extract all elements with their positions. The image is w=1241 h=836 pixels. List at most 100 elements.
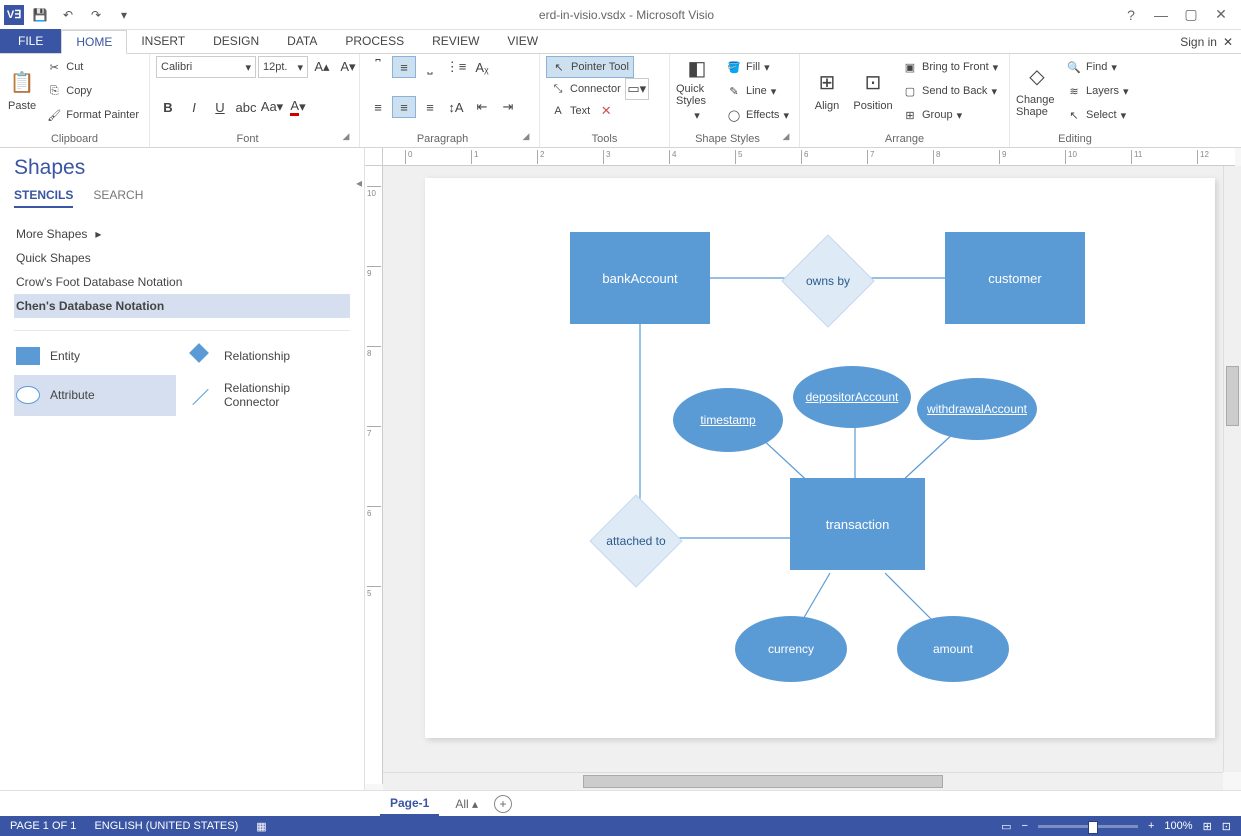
fill-button[interactable]: 🪣Fill▾ — [722, 56, 793, 78]
tab-data[interactable]: DATA — [273, 29, 331, 53]
attr-amount[interactable]: amount — [897, 616, 1009, 682]
file-tab[interactable]: FILE — [0, 29, 61, 53]
help-icon[interactable]: ? — [1117, 3, 1145, 27]
increase-indent-button[interactable]: ⇥ — [496, 96, 520, 118]
tab-home[interactable]: HOME — [61, 30, 127, 54]
tab-review[interactable]: REVIEW — [418, 29, 493, 53]
qat-save-icon[interactable]: 💾 — [28, 3, 52, 27]
attr-timestamp[interactable]: timestamp — [673, 388, 783, 452]
shrink-font-button[interactable]: A▾ — [336, 56, 360, 78]
layers-button[interactable]: ≋Layers▾ — [1062, 80, 1133, 102]
tab-design[interactable]: DESIGN — [199, 29, 273, 53]
zoom-out-button[interactable]: − — [1022, 820, 1028, 832]
copy-button[interactable]: ⎘Copy — [42, 80, 143, 102]
select-button[interactable]: ↖Select▾ — [1062, 104, 1133, 126]
find-button[interactable]: 🔍Find▾ — [1062, 56, 1133, 78]
bold-button[interactable]: B — [156, 96, 180, 118]
format-painter-button[interactable]: 🖌Format Painter — [42, 104, 143, 126]
text-tool-button[interactable]: AText — [546, 100, 594, 122]
case-button[interactable]: Aa▾ — [260, 96, 284, 118]
pointer-tool-button[interactable]: ↖Pointer Tool — [546, 56, 634, 78]
quick-styles-button[interactable]: ◧Quick Styles▾ — [676, 56, 718, 122]
bring-to-front-button[interactable]: ▣Bring to Front▾ — [898, 56, 1002, 78]
signin-close-icon[interactable]: ✕ — [1223, 35, 1233, 49]
align-bottom-button[interactable]: ⎵ — [418, 56, 442, 78]
rel-attached-to[interactable]: attached to — [603, 508, 669, 574]
align-middle-button[interactable]: ≡ — [392, 56, 416, 78]
entity-customer[interactable]: customer — [945, 232, 1085, 324]
line-button[interactable]: ✎Line▾ — [722, 80, 793, 102]
zoom-in-button[interactable]: + — [1148, 820, 1154, 832]
align-center-button[interactable]: ≡ — [392, 96, 416, 118]
attr-withdrawal-account[interactable]: withdrawalAccount — [917, 378, 1037, 440]
fit-to-window-icon[interactable]: ⊞ — [1203, 820, 1212, 833]
align-left-button[interactable]: ≡ — [366, 96, 390, 118]
paragraph-dialog-launcher[interactable]: ◢ — [519, 129, 533, 143]
text-direction-button[interactable]: ↕A — [444, 96, 468, 118]
tab-view[interactable]: VIEW — [493, 29, 552, 53]
macro-recorder-icon[interactable]: ▦ — [256, 820, 266, 833]
crows-foot-stencil[interactable]: Crow's Foot Database Notation — [14, 270, 350, 294]
font-name-combo[interactable]: Calibri▾ — [156, 56, 256, 78]
rel-owns-by[interactable]: owns by — [795, 248, 861, 314]
pane-collapse-handle[interactable]: ◂ — [354, 176, 364, 190]
scrollbar-v-thumb[interactable] — [1226, 366, 1239, 426]
chens-stencil[interactable]: Chen's Database Notation — [14, 294, 350, 318]
page-tab-1[interactable]: Page-1 — [380, 792, 439, 816]
font-size-combo[interactable]: 12pt.▾ — [258, 56, 308, 78]
search-tab[interactable]: SEARCH — [93, 188, 143, 208]
rect-shape-button[interactable]: ▭▾ — [625, 78, 649, 100]
scrollbar-horizontal[interactable] — [383, 772, 1223, 790]
connector-tool-button[interactable]: ⤡Connector — [546, 78, 625, 100]
shape-styles-dialog-launcher[interactable]: ◢ — [779, 129, 793, 143]
align-top-button[interactable]: ⎴ — [366, 56, 390, 78]
drawing-page[interactable]: bankAccount customer transaction owns by… — [425, 178, 1215, 738]
zoom-slider[interactable] — [1038, 825, 1138, 828]
presentation-mode-icon[interactable]: ▭ — [1001, 820, 1011, 833]
stencil-attribute[interactable]: Attribute — [14, 375, 176, 416]
attr-depositor-account[interactable]: depositorAccount — [793, 366, 911, 428]
drawing-canvas[interactable]: 0123456789101112 1098765 bankAccount — [365, 148, 1241, 790]
stencils-tab[interactable]: STENCILS — [14, 188, 73, 208]
paste-button[interactable]: 📋 Paste — [6, 56, 38, 122]
italic-button[interactable]: I — [182, 96, 206, 118]
cut-button[interactable]: ✂Cut — [42, 56, 143, 78]
tab-process[interactable]: PROCESS — [331, 29, 418, 53]
change-shape-button[interactable]: ◇Change Shape — [1016, 56, 1058, 122]
send-to-back-button[interactable]: ▢Send to Back▾ — [898, 80, 1002, 102]
position-button[interactable]: ⊡Position — [852, 56, 894, 122]
add-page-button[interactable]: + — [494, 795, 512, 813]
stencil-entity[interactable]: Entity — [14, 341, 176, 371]
grow-font-button[interactable]: A▴ — [310, 56, 334, 78]
attr-currency[interactable]: currency — [735, 616, 847, 682]
entity-transaction[interactable]: transaction — [790, 478, 925, 570]
more-shapes-item[interactable]: More Shapes▸ — [14, 222, 350, 246]
qat-customize-icon[interactable]: ▾ — [112, 3, 136, 27]
page-tab-all[interactable]: All ▴ — [455, 797, 478, 811]
tab-insert[interactable]: INSERT — [127, 29, 199, 53]
scrollbar-vertical[interactable] — [1223, 166, 1241, 772]
status-language[interactable]: ENGLISH (UNITED STATES) — [94, 820, 238, 832]
stencil-relationship[interactable]: Relationship — [188, 341, 350, 371]
minimize-icon[interactable]: — — [1147, 3, 1175, 27]
qat-redo-icon[interactable]: ↷ — [84, 3, 108, 27]
font-dialog-launcher[interactable]: ◢ — [339, 129, 353, 143]
underline-button[interactable]: U — [208, 96, 232, 118]
pan-zoom-window-icon[interactable]: ⊡ — [1222, 820, 1231, 833]
align-button[interactable]: ⊞Align — [806, 56, 848, 122]
effects-button[interactable]: ◯Effects▾ — [722, 104, 793, 126]
group-button[interactable]: ⊞Group▾ — [898, 104, 1002, 126]
decrease-indent-button[interactable]: ⇤ — [470, 96, 494, 118]
sign-in-link[interactable]: Sign in ✕ — [1172, 31, 1241, 53]
close-icon[interactable]: ✕ — [1207, 3, 1235, 27]
align-right-button[interactable]: ≡ — [418, 96, 442, 118]
scrollbar-h-thumb[interactable] — [583, 775, 943, 788]
zoom-level[interactable]: 100% — [1164, 820, 1192, 832]
quick-shapes-item[interactable]: Quick Shapes — [14, 246, 350, 270]
restore-icon[interactable]: ▢ — [1177, 3, 1205, 27]
clear-formatting-button[interactable]: Aᵪ — [470, 56, 494, 78]
bullets-button[interactable]: ⋮≡ — [444, 56, 468, 78]
font-color-button[interactable]: A▾ — [286, 96, 310, 118]
stencil-rel-connector[interactable]: Relationship Connector — [188, 375, 350, 416]
entity-bankaccount[interactable]: bankAccount — [570, 232, 710, 324]
